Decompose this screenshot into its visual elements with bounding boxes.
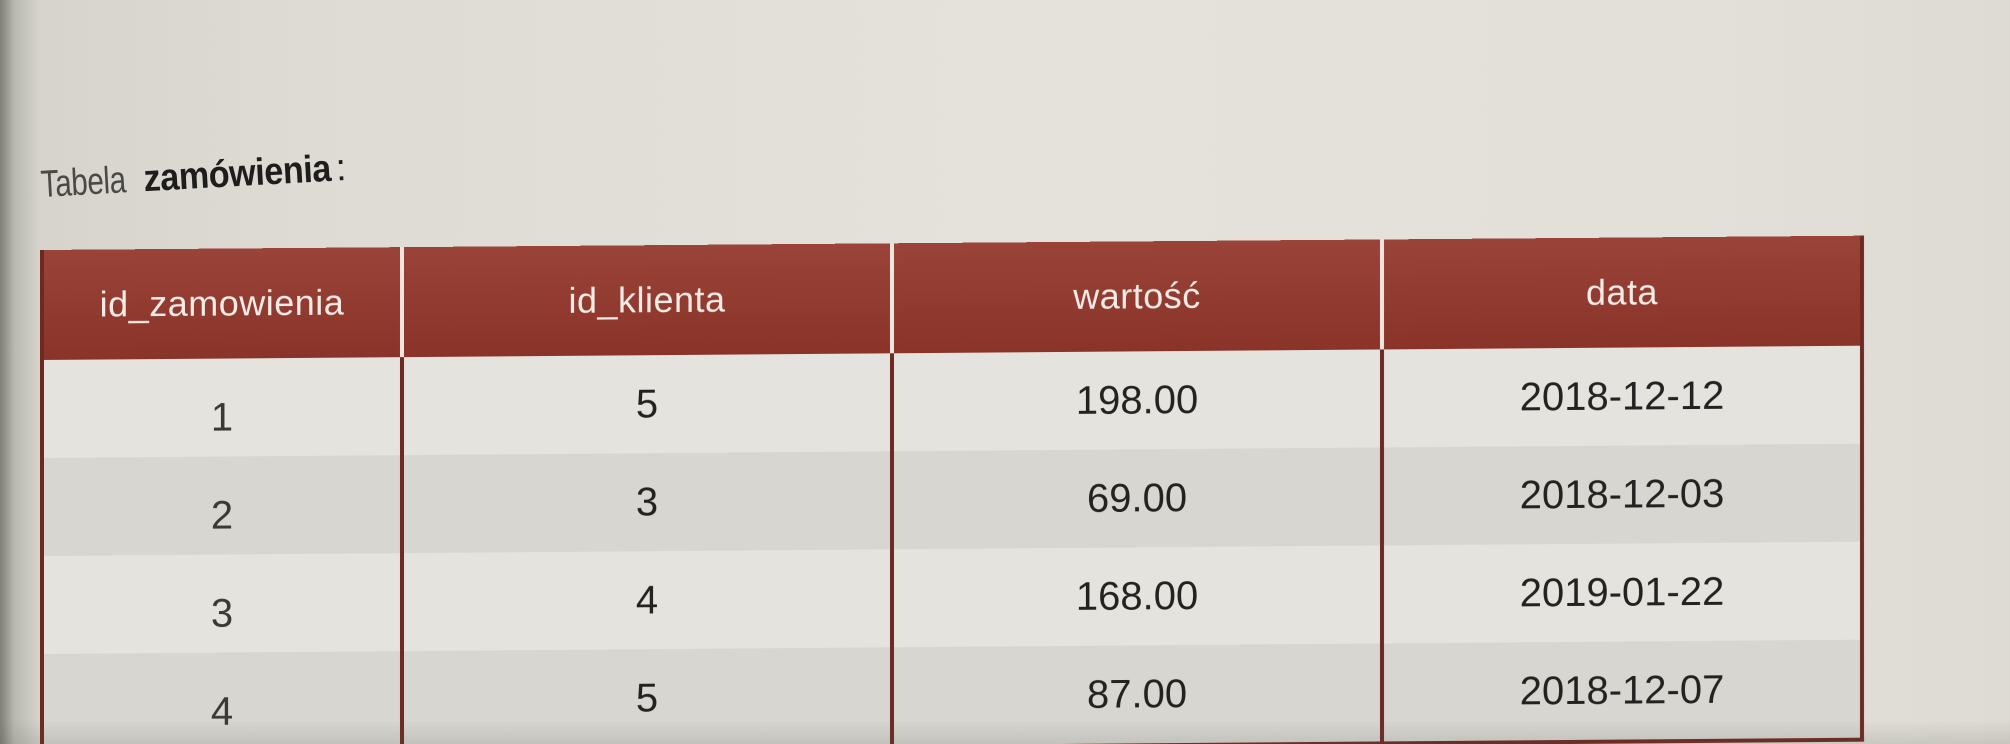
textbook-page: Tabela zamówienia: id_zamowienia id_klie… bbox=[0, 0, 2010, 744]
header-cell-data: data bbox=[1382, 235, 1862, 350]
table-header: id_zamowienia id_klienta wartość data bbox=[42, 235, 1862, 360]
caption-prefix: Tabela bbox=[39, 159, 127, 207]
cell-id-zamowienia: 2 bbox=[42, 455, 402, 556]
cell-id-klienta: 4 bbox=[402, 549, 892, 652]
table-row: 1 5 198.00 2018-12-12 bbox=[42, 345, 1862, 458]
table-caption: Tabela zamówienia: bbox=[40, 147, 347, 207]
caption-colon: : bbox=[334, 147, 347, 190]
page-shadow bbox=[0, 720, 2010, 744]
cell-data: 2018-12-12 bbox=[1382, 345, 1862, 448]
table-row: 2 3 69.00 2018-12-03 bbox=[42, 443, 1862, 556]
cell-id-zamowienia: 3 bbox=[42, 553, 402, 654]
cell-data: 2019-01-22 bbox=[1382, 541, 1862, 644]
header-cell-id-klienta: id_klienta bbox=[402, 243, 892, 358]
table-body: 1 5 198.00 2018-12-12 2 3 69.00 2018-12-… bbox=[42, 345, 1862, 744]
cell-wartosc: 69.00 bbox=[892, 447, 1382, 550]
cell-data: 2018-12-03 bbox=[1382, 443, 1862, 546]
cell-id-zamowienia: 1 bbox=[42, 357, 402, 458]
header-row: id_zamowienia id_klienta wartość data bbox=[42, 235, 1862, 360]
caption-table-name: zamówienia bbox=[142, 147, 333, 201]
header-cell-id-zamowienia: id_zamowienia bbox=[42, 247, 402, 360]
orders-table: id_zamowienia id_klienta wartość data 1 … bbox=[40, 235, 1864, 744]
cell-id-klienta: 3 bbox=[402, 451, 892, 554]
cell-id-klienta: 5 bbox=[402, 353, 892, 456]
header-cell-wartosc: wartość bbox=[892, 239, 1382, 354]
table-row: 3 4 168.00 2019-01-22 bbox=[42, 541, 1862, 654]
cell-wartosc: 198.00 bbox=[892, 349, 1382, 452]
orders-table-container: id_zamowienia id_klienta wartość data 1 … bbox=[40, 235, 1864, 744]
cell-wartosc: 168.00 bbox=[892, 545, 1382, 648]
